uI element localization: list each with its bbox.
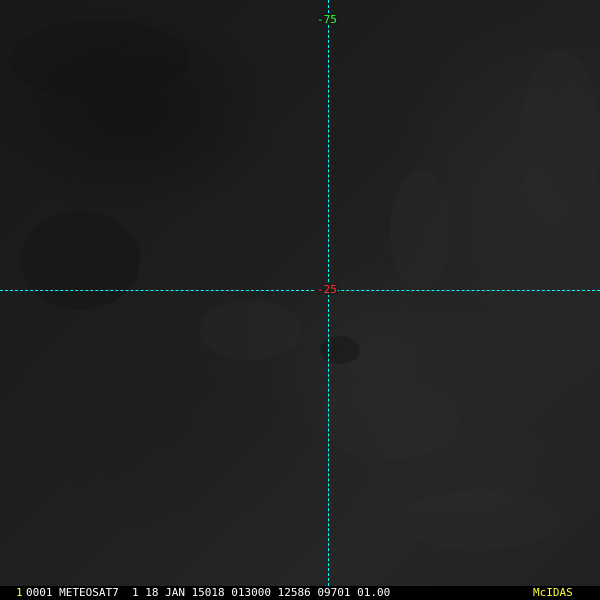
grid-label-top: -75	[316, 13, 338, 26]
satellite-viewport[interactable]: -75 -25 1 0001 METEOSAT7 1 18 JAN 15018 …	[0, 0, 600, 600]
cloud-texture	[10, 20, 600, 550]
grid-label-center: -25	[316, 283, 338, 296]
satellite-image	[0, 0, 600, 600]
image-header-text: 0001 METEOSAT7 1 18 JAN 15018 013000 125…	[26, 586, 391, 599]
image-status-bar: 1 0001 METEOSAT7 1 18 JAN 15018 013000 1…	[0, 586, 600, 600]
mcidas-brand-label: McIDAS	[533, 586, 573, 599]
latitude-grid-line	[0, 290, 600, 291]
frame-number: 1	[16, 586, 23, 599]
